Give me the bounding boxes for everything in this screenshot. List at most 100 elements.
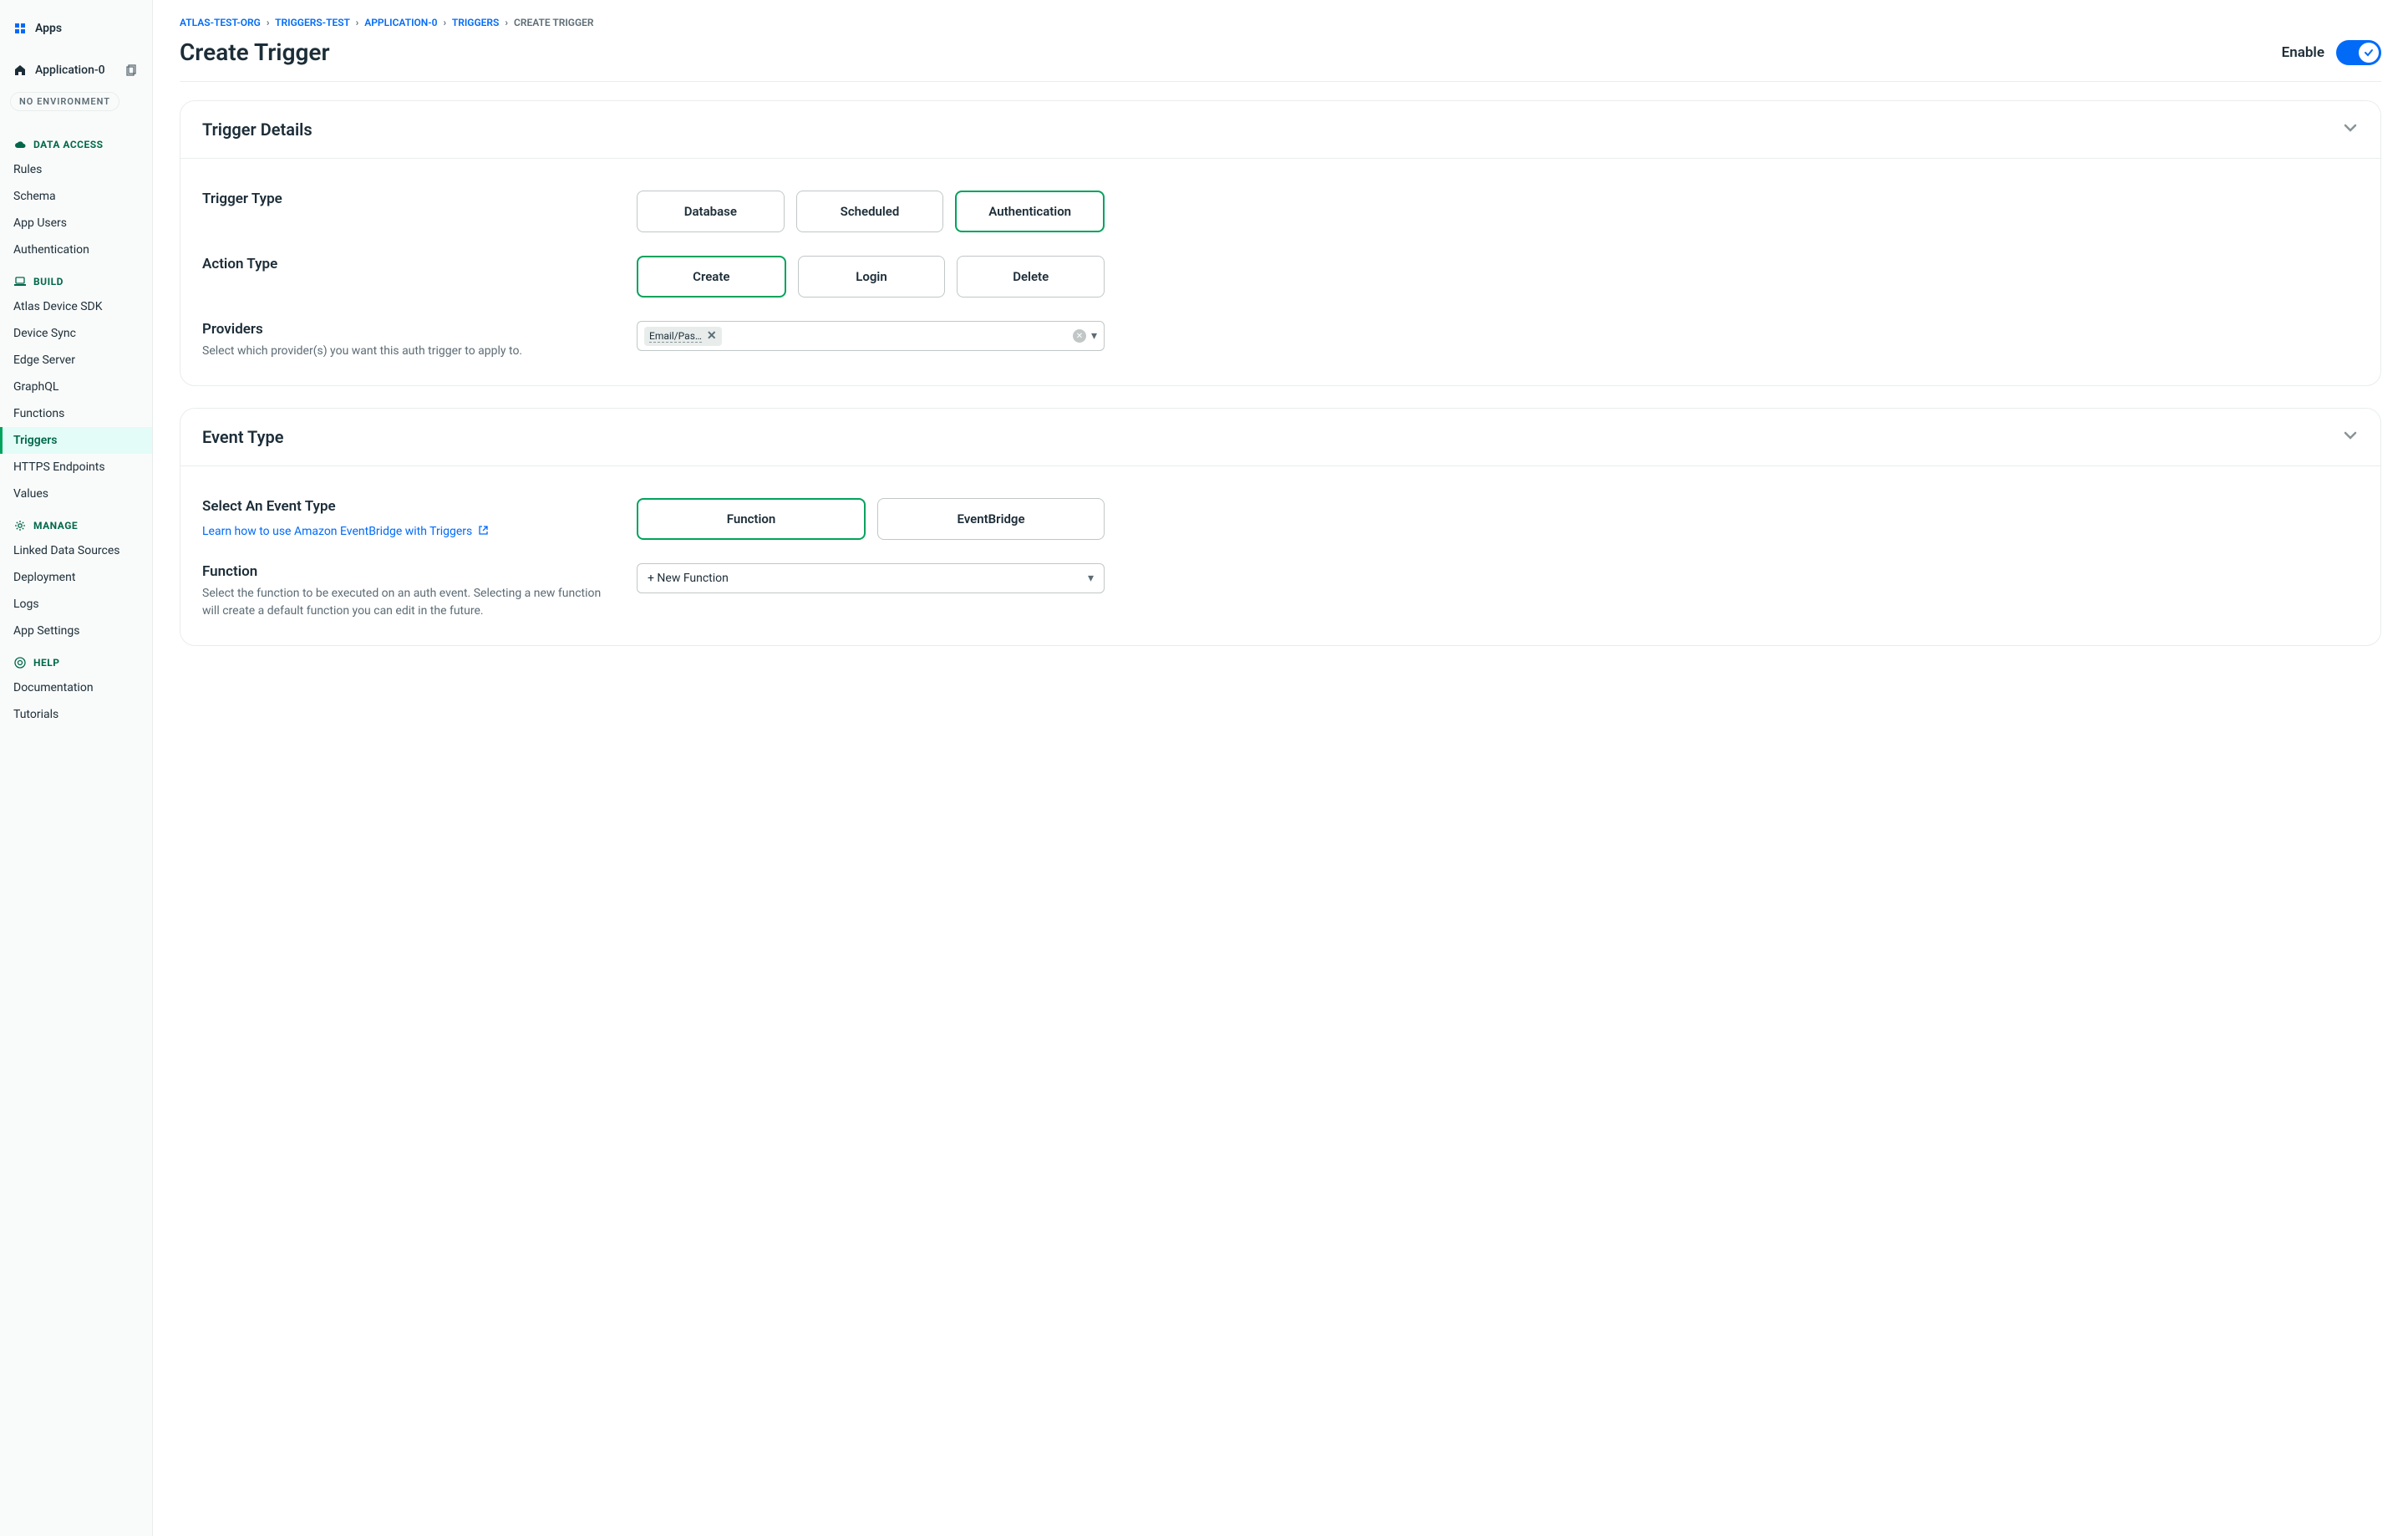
sidebar-item-rules[interactable]: Rules bbox=[0, 156, 152, 183]
sidebar-item-deployment[interactable]: Deployment bbox=[0, 564, 152, 591]
gear-icon bbox=[13, 519, 27, 532]
breadcrumb-link[interactable]: TRIGGERS-TEST bbox=[275, 17, 349, 28]
life-ring-icon bbox=[13, 656, 27, 669]
enable-label: Enable bbox=[2282, 44, 2324, 61]
breadcrumb-link[interactable]: TRIGGERS bbox=[452, 17, 500, 28]
section-label: DATA ACCESS bbox=[33, 139, 104, 150]
sidebar-apps-link[interactable]: Apps bbox=[0, 15, 152, 42]
breadcrumb-sep: › bbox=[505, 17, 508, 28]
cloud-icon bbox=[13, 138, 27, 151]
card-body: Select An Event Type Learn how to use Am… bbox=[180, 466, 2380, 645]
select-event-type-label: Select An Event Type bbox=[202, 498, 603, 515]
providers-label: Providers bbox=[202, 321, 603, 338]
action-type-login-button[interactable]: Login bbox=[798, 256, 946, 298]
card-title: Trigger Details bbox=[202, 120, 312, 140]
provider-chip-label: Email/Pas… bbox=[649, 330, 702, 343]
function-select-value: + New Function bbox=[648, 572, 729, 585]
action-type-delete-button[interactable]: Delete bbox=[957, 256, 1105, 298]
sidebar-item-schema[interactable]: Schema bbox=[0, 183, 152, 210]
sidebar-item-atlas-device-sdk[interactable]: Atlas Device SDK bbox=[0, 293, 152, 320]
sidebar-item-tutorials[interactable]: Tutorials bbox=[0, 701, 152, 728]
apps-icon bbox=[13, 22, 27, 35]
trigger-type-row: Trigger Type Database Scheduled Authenti… bbox=[202, 167, 2359, 232]
section-label: BUILD bbox=[33, 276, 64, 287]
eventbridge-docs-link[interactable]: Learn how to use Amazon EventBridge with… bbox=[202, 525, 488, 538]
section-header-build: BUILD bbox=[0, 263, 152, 293]
main-content: ATLAS-TEST-ORG › TRIGGERS-TEST › APPLICA… bbox=[153, 0, 2408, 1536]
trigger-type-authentication-button[interactable]: Authentication bbox=[955, 191, 1105, 232]
trigger-type-label: Trigger Type bbox=[202, 191, 603, 207]
breadcrumb-sep: › bbox=[356, 17, 359, 28]
check-icon bbox=[2364, 48, 2374, 58]
sidebar-item-linked-data-sources[interactable]: Linked Data Sources bbox=[0, 537, 152, 564]
breadcrumb-link[interactable]: ATLAS-TEST-ORG bbox=[180, 17, 261, 28]
chip-remove-icon[interactable]: ✕ bbox=[707, 330, 717, 342]
card-header[interactable]: Trigger Details bbox=[180, 101, 2380, 159]
function-label: Function bbox=[202, 563, 603, 580]
sidebar-item-graphql[interactable]: GraphQL bbox=[0, 374, 152, 400]
function-select[interactable]: + New Function ▾ bbox=[637, 563, 1105, 593]
breadcrumb-sep: › bbox=[267, 17, 270, 28]
sidebar-item-app-settings[interactable]: App Settings bbox=[0, 618, 152, 644]
select-event-type-row: Select An Event Type Learn how to use Am… bbox=[202, 475, 2359, 540]
breadcrumb-sep: › bbox=[444, 17, 447, 28]
action-type-create-button[interactable]: Create bbox=[637, 256, 786, 298]
toggle-knob bbox=[2359, 43, 2379, 63]
environment-badge[interactable]: NO ENVIRONMENT bbox=[10, 92, 119, 111]
card-body: Trigger Type Database Scheduled Authenti… bbox=[180, 159, 2380, 385]
sidebar-item-values[interactable]: Values bbox=[0, 481, 152, 507]
sidebar-app-name: Application-0 bbox=[35, 64, 105, 77]
event-type-card: Event Type Select An Event Type Learn ho… bbox=[180, 408, 2381, 646]
sidebar-item-app-users[interactable]: App Users bbox=[0, 210, 152, 237]
section-header-data-access: DATA ACCESS bbox=[0, 126, 152, 156]
home-icon bbox=[13, 64, 27, 77]
breadcrumb: ATLAS-TEST-ORG › TRIGGERS-TEST › APPLICA… bbox=[180, 17, 2381, 28]
breadcrumb-current: CREATE TRIGGER bbox=[514, 17, 594, 28]
sidebar-item-device-sync[interactable]: Device Sync bbox=[0, 320, 152, 347]
external-link-icon bbox=[479, 525, 488, 538]
providers-row: Providers Select which provider(s) you w… bbox=[202, 298, 2359, 360]
providers-multiselect[interactable]: Email/Pas… ✕ ✕ ▾ bbox=[637, 321, 1105, 351]
action-type-row: Action Type Create Login Delete bbox=[202, 232, 2359, 298]
card-title: Event Type bbox=[202, 427, 284, 447]
function-description: Select the function to be executed on an… bbox=[202, 585, 603, 620]
sidebar-apps-label: Apps bbox=[35, 22, 62, 35]
section-header-help: HELP bbox=[0, 644, 152, 674]
chevron-down-icon bbox=[2342, 120, 2359, 140]
sidebar-app-selector[interactable]: Application-0 bbox=[0, 57, 152, 84]
laptop-icon bbox=[13, 275, 27, 288]
sidebar-item-logs[interactable]: Logs bbox=[0, 591, 152, 618]
sidebar-item-triggers[interactable]: Triggers bbox=[0, 427, 152, 454]
sidebar-item-https-endpoints[interactable]: HTTPS Endpoints bbox=[0, 454, 152, 481]
breadcrumb-link[interactable]: APPLICATION-0 bbox=[364, 17, 437, 28]
page-title: Create Trigger bbox=[180, 38, 330, 66]
trigger-details-card: Trigger Details Trigger Type Database Sc… bbox=[180, 100, 2381, 386]
section-header-manage: MANAGE bbox=[0, 507, 152, 537]
link-text: Learn how to use Amazon EventBridge with… bbox=[202, 525, 472, 538]
trigger-type-scheduled-button[interactable]: Scheduled bbox=[796, 191, 944, 232]
sidebar: Apps Application-0 NO ENVIRONMENT DATA A… bbox=[0, 0, 153, 1536]
sidebar-item-edge-server[interactable]: Edge Server bbox=[0, 347, 152, 374]
sidebar-item-authentication[interactable]: Authentication bbox=[0, 237, 152, 263]
provider-chip: Email/Pas… ✕ bbox=[644, 327, 722, 346]
dropdown-arrow-icon[interactable]: ▾ bbox=[1091, 329, 1097, 343]
event-type-function-button[interactable]: Function bbox=[637, 498, 866, 540]
sidebar-item-functions[interactable]: Functions bbox=[0, 400, 152, 427]
sidebar-item-documentation[interactable]: Documentation bbox=[0, 674, 152, 701]
chevron-down-icon bbox=[2342, 427, 2359, 447]
page-header: Create Trigger Enable bbox=[180, 38, 2381, 82]
copy-icon[interactable] bbox=[125, 64, 139, 77]
card-header[interactable]: Event Type bbox=[180, 409, 2380, 466]
event-type-eventbridge-button[interactable]: EventBridge bbox=[877, 498, 1105, 540]
section-label: HELP bbox=[33, 657, 59, 669]
enable-toggle-wrap: Enable bbox=[2282, 40, 2381, 65]
providers-description: Select which provider(s) you want this a… bbox=[202, 343, 603, 360]
clear-all-icon[interactable]: ✕ bbox=[1073, 329, 1086, 343]
trigger-type-database-button[interactable]: Database bbox=[637, 191, 785, 232]
action-type-label: Action Type bbox=[202, 256, 603, 272]
dropdown-arrow-icon: ▾ bbox=[1088, 572, 1094, 585]
function-row: Function Select the function to be execu… bbox=[202, 540, 2359, 620]
enable-toggle[interactable] bbox=[2336, 40, 2381, 65]
multiselect-controls: ✕ ▾ bbox=[1073, 329, 1097, 343]
section-label: MANAGE bbox=[33, 520, 78, 531]
